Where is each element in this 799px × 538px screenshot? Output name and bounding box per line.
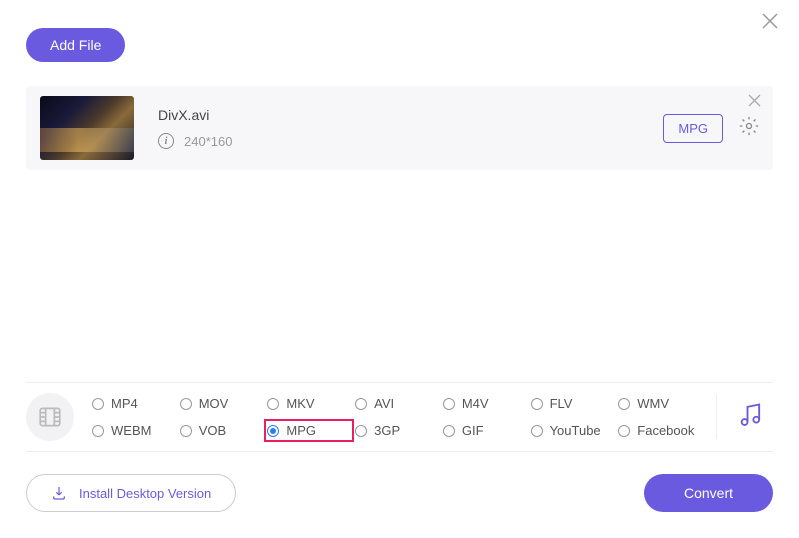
- format-label: M4V: [462, 396, 489, 411]
- radio-icon: [180, 425, 192, 437]
- film-icon: [37, 404, 63, 430]
- format-option-webm[interactable]: WEBM: [90, 420, 178, 441]
- format-option-gif[interactable]: GIF: [441, 420, 529, 441]
- format-selection-bar: MP4 MOV MKV AVI M4V FLV WMV WEBM VOB MPG 3GP GIF You…: [26, 382, 773, 452]
- format-label: VOB: [199, 423, 226, 438]
- file-remove-button[interactable]: [748, 94, 761, 112]
- install-desktop-button[interactable]: Install Desktop Version: [26, 474, 236, 512]
- music-icon: [737, 401, 765, 429]
- audio-category-button[interactable]: [729, 401, 773, 434]
- radio-icon: [531, 398, 543, 410]
- radio-icon: [267, 425, 279, 437]
- separator: [716, 395, 717, 439]
- install-desktop-label: Install Desktop Version: [79, 486, 211, 501]
- close-icon: [761, 12, 779, 30]
- format-option-flv[interactable]: FLV: [529, 393, 617, 414]
- radio-icon: [355, 398, 367, 410]
- convert-button[interactable]: Convert: [644, 474, 773, 512]
- format-label: FLV: [550, 396, 573, 411]
- format-label: GIF: [462, 423, 484, 438]
- radio-icon: [180, 398, 192, 410]
- format-option-m4v[interactable]: M4V: [441, 393, 529, 414]
- format-option-mpg[interactable]: MPG: [265, 420, 353, 441]
- format-option-youtube[interactable]: YouTube: [529, 420, 617, 441]
- format-label: Facebook: [637, 423, 694, 438]
- radio-icon: [618, 425, 630, 437]
- file-resolution-label: 240*160: [184, 134, 232, 149]
- format-label: 3GP: [374, 423, 400, 438]
- format-label: MPG: [286, 423, 316, 438]
- format-label: WEBM: [111, 423, 151, 438]
- radio-icon: [92, 398, 104, 410]
- close-icon: [748, 94, 761, 107]
- format-option-avi[interactable]: AVI: [353, 393, 441, 414]
- format-label: AVI: [374, 396, 394, 411]
- radio-icon: [443, 398, 455, 410]
- format-label: MP4: [111, 396, 138, 411]
- format-option-mov[interactable]: MOV: [178, 393, 266, 414]
- settings-button[interactable]: [739, 116, 759, 141]
- format-option-facebook[interactable]: Facebook: [616, 420, 704, 441]
- file-thumbnail: [40, 96, 134, 160]
- close-dialog-button[interactable]: [757, 8, 783, 40]
- add-file-button[interactable]: Add File: [26, 28, 125, 62]
- radio-icon: [531, 425, 543, 437]
- format-label: MKV: [286, 396, 314, 411]
- format-label: MOV: [199, 396, 229, 411]
- info-icon[interactable]: i: [158, 133, 174, 149]
- format-option-mp4[interactable]: MP4: [90, 393, 178, 414]
- radio-icon: [618, 398, 630, 410]
- format-label: YouTube: [550, 423, 601, 438]
- download-icon: [51, 485, 67, 501]
- file-item: DivX.avi i 240*160 MPG: [26, 86, 773, 170]
- format-option-3gp[interactable]: 3GP: [353, 420, 441, 441]
- format-option-vob[interactable]: VOB: [178, 420, 266, 441]
- radio-icon: [443, 425, 455, 437]
- radio-icon: [267, 398, 279, 410]
- selected-format-button[interactable]: MPG: [663, 114, 723, 143]
- format-option-wmv[interactable]: WMV: [616, 393, 704, 414]
- format-option-mkv[interactable]: MKV: [265, 393, 353, 414]
- gear-icon: [739, 116, 759, 136]
- file-name-label: DivX.avi: [158, 107, 663, 123]
- format-label: WMV: [637, 396, 669, 411]
- radio-icon: [92, 425, 104, 437]
- video-category-button[interactable]: [26, 393, 74, 441]
- file-info: DivX.avi i 240*160: [158, 107, 663, 149]
- radio-icon: [355, 425, 367, 437]
